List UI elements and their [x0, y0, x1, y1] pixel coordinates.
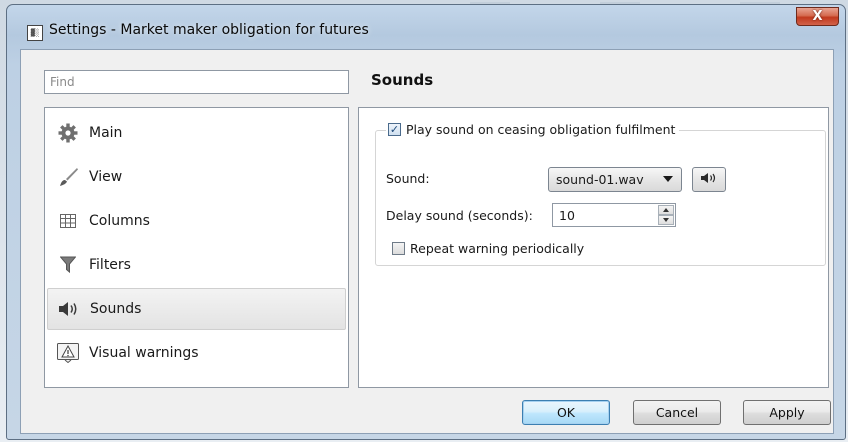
checkmark-icon: ✓ [389, 123, 400, 136]
window-title: Settings - Market maker obligation for f… [49, 22, 369, 38]
brush-icon [55, 166, 81, 188]
arrow-down-icon [663, 218, 669, 222]
spin-down-button[interactable] [658, 215, 674, 225]
nav-item-label: Visual warnings [89, 345, 199, 361]
nav-item-label: Filters [89, 257, 131, 273]
checkbox-unchecked[interactable] [392, 242, 405, 255]
nav-item-label: Sounds [90, 301, 142, 317]
close-icon: X [812, 9, 823, 24]
speaker-icon [700, 172, 718, 188]
nav-item-main[interactable]: Main [47, 112, 346, 154]
speaker-icon [56, 298, 82, 320]
nav-item-label: View [89, 169, 123, 185]
delay-spinbox[interactable]: 10 [552, 203, 676, 227]
play-sound-group: ✓ Play sound on ceasing obligation fulfi… [375, 122, 826, 266]
chevron-down-icon [663, 176, 673, 182]
settings-dialog: ▓░ Settings - Market maker obligation fo… [6, 4, 846, 440]
nav-item-filters[interactable]: Filters [47, 244, 346, 286]
sound-label: Sound: [386, 171, 430, 186]
spin-up-button[interactable] [658, 205, 674, 215]
delay-value[interactable]: 10 [559, 208, 575, 223]
play-sound-button[interactable] [692, 167, 726, 192]
sounds-panel: ✓ Play sound on ceasing obligation fulfi… [358, 107, 829, 388]
dialog-client-area: Main View [20, 49, 834, 434]
gear-icon [55, 122, 81, 144]
app-icon: ▓░ [27, 25, 43, 41]
apply-button[interactable]: Apply [743, 400, 831, 425]
spin-buttons [658, 205, 674, 225]
funnel-icon [55, 254, 81, 276]
checkbox-checked[interactable]: ✓ [388, 123, 401, 136]
find-input[interactable] [44, 70, 349, 94]
sound-select[interactable]: sound-01.wav [548, 167, 682, 192]
title-bar[interactable]: ▓░ Settings - Market maker obligation fo… [7, 5, 845, 43]
close-button[interactable]: X [796, 7, 839, 26]
nav-item-label: Columns [89, 213, 150, 229]
play-sound-label: Play sound on ceasing obligation fulfilm… [406, 122, 676, 137]
sound-select-value: sound-01.wav [556, 172, 644, 187]
nav-item-view[interactable]: View [47, 156, 346, 198]
section-title: Sounds [371, 71, 434, 89]
ok-button[interactable]: OK [522, 400, 610, 425]
cancel-button[interactable]: Cancel [633, 400, 721, 425]
repeat-warning-label: Repeat warning periodically [410, 241, 585, 256]
warning-icon [55, 342, 81, 364]
nav-item-visual-warnings[interactable]: Visual warnings [47, 332, 346, 374]
settings-nav-list: Main View Columns Filters Sounds Visual … [44, 107, 349, 388]
play-sound-checkbox[interactable]: ✓ Play sound on ceasing obligation fulfi… [386, 122, 680, 137]
delay-label: Delay sound (seconds): [386, 208, 533, 223]
repeat-warning-checkbox[interactable]: Repeat warning periodically [392, 241, 584, 256]
nav-item-label: Main [89, 125, 123, 141]
nav-item-columns[interactable]: Columns [47, 200, 346, 242]
arrow-up-icon [663, 208, 669, 212]
nav-item-sounds[interactable]: Sounds [47, 288, 346, 330]
table-icon [55, 210, 81, 232]
